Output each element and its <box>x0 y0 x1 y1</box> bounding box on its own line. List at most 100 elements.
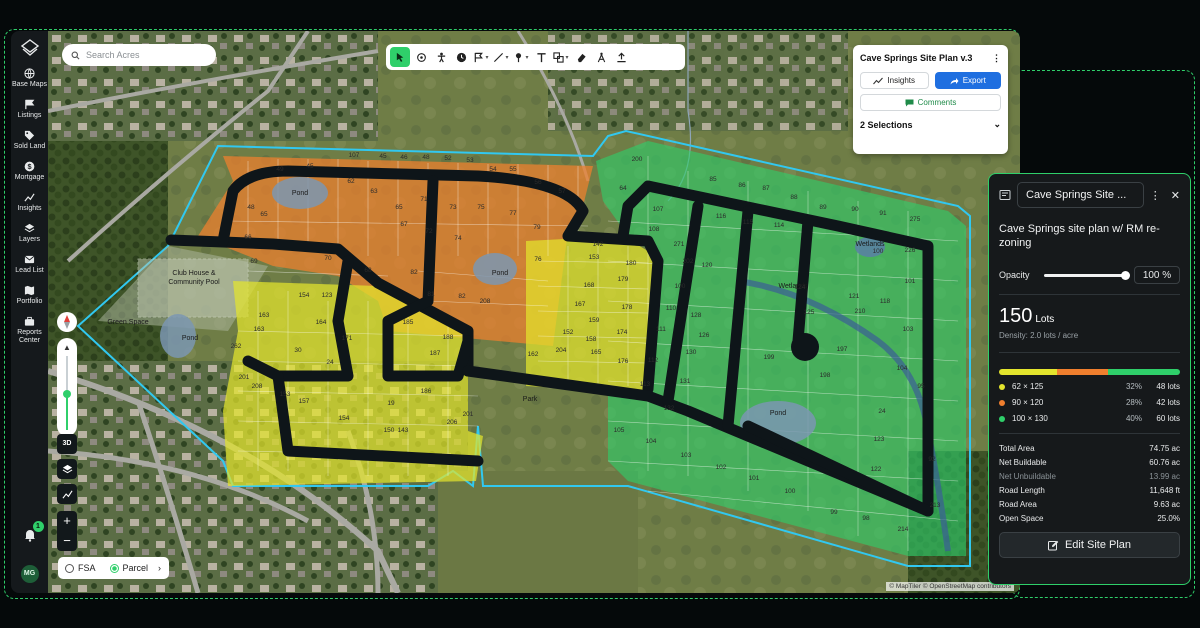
flag-icon <box>25 99 35 110</box>
select-tool[interactable] <box>390 47 410 67</box>
opacity-slider[interactable] <box>1043 270 1130 280</box>
export-label: Export <box>962 76 986 85</box>
svg-text:82: 82 <box>410 269 418 276</box>
opacity-value[interactable]: 100 % <box>1134 266 1180 284</box>
lot-count: 42 lots <box>1156 398 1180 407</box>
comments-button[interactable]: Comments <box>860 94 1001 111</box>
sidebar-item-mortgage[interactable]: $ Mortgage <box>11 161 48 182</box>
globe-icon <box>24 68 35 79</box>
compass-button[interactable] <box>57 312 77 332</box>
opacity-slider-handle[interactable] <box>1121 270 1130 280</box>
map-canvas[interactable]: Pond Pond Pond Pond Club House & Communi… <box>48 31 1020 593</box>
upload-tool[interactable] <box>612 47 630 67</box>
sidebar-item-reports-center[interactable]: Reports Center <box>11 316 48 345</box>
close-icon[interactable]: ✕ <box>1171 189 1180 202</box>
shapes-tool[interactable]: ▾ <box>552 47 570 67</box>
more-options-icon[interactable]: ⋮ <box>1150 189 1161 202</box>
svg-text:262: 262 <box>231 343 242 350</box>
toggle-3d-button[interactable]: 3D <box>57 434 77 454</box>
search-input[interactable] <box>86 50 206 60</box>
svg-text:71: 71 <box>420 196 428 203</box>
svg-text:158: 158 <box>586 336 597 343</box>
notifications-button[interactable]: 1 <box>23 521 44 542</box>
sidebar-item-lead-list[interactable]: Lead List <box>11 254 48 275</box>
stat-value: 9.63 ac <box>1153 500 1180 509</box>
sidebar-item-portfolio[interactable]: Portfolio <box>11 285 48 306</box>
svg-text:79: 79 <box>533 224 541 231</box>
sidebar-item-base-maps[interactable]: Base Maps <box>11 68 48 89</box>
svg-text:142: 142 <box>593 241 604 248</box>
stat-label: Open Space <box>999 514 1044 523</box>
clock-tool[interactable] <box>452 47 470 67</box>
svg-text:65: 65 <box>395 204 403 211</box>
sidebar-item-listings[interactable]: Listings <box>11 99 48 120</box>
svg-text:102: 102 <box>716 464 727 471</box>
search-bar[interactable] <box>62 44 216 66</box>
selections-dropdown[interactable]: 2 Selections ⌄ <box>860 119 1001 130</box>
comments-label: Comments <box>917 98 957 107</box>
lot-mix-row: 90 × 120 28% 42 lots <box>999 398 1180 407</box>
svg-text:107: 107 <box>653 206 664 213</box>
svg-text:45: 45 <box>306 163 314 170</box>
lot-color-dot <box>999 383 1005 390</box>
chevron-right-icon[interactable]: › <box>158 563 161 573</box>
chevron-down-icon: ⌄ <box>993 119 1001 129</box>
insights-icon <box>24 193 35 202</box>
sidebar-item-layers[interactable]: Layers <box>11 223 48 244</box>
avatar[interactable]: MG <box>20 565 39 583</box>
stat-label: Total Area <box>999 444 1035 453</box>
parcel-radio[interactable] <box>109 563 119 573</box>
line-tool[interactable]: ▾ <box>492 47 510 67</box>
lot-percent: 40% <box>1125 414 1142 423</box>
insights-label: Insights <box>887 76 916 85</box>
svg-text:46: 46 <box>400 154 408 161</box>
person-tool[interactable] <box>432 47 450 67</box>
measure-tool[interactable] <box>592 47 610 67</box>
eraser-tool[interactable] <box>572 47 590 67</box>
svg-text:30: 30 <box>294 347 302 354</box>
panel-title[interactable]: Cave Springs Site ... <box>1017 182 1144 208</box>
map-insights-button[interactable] <box>57 484 77 504</box>
svg-text:206: 206 <box>447 419 458 426</box>
tilt-fill <box>66 393 68 430</box>
label-pond-south: Pond <box>770 410 786 417</box>
edit-icon <box>1047 540 1059 550</box>
label-club-house: Club House & <box>172 270 216 277</box>
svg-text:100: 100 <box>873 248 884 255</box>
flag-tool[interactable]: ▾ <box>472 47 490 67</box>
fsa-radio[interactable] <box>65 563 74 573</box>
person-icon <box>437 52 445 62</box>
text-tool[interactable] <box>532 47 550 67</box>
svg-text:101: 101 <box>905 278 916 285</box>
svg-text:63: 63 <box>370 188 378 195</box>
edit-site-plan-button[interactable]: Edit Site Plan <box>999 532 1180 558</box>
map-layers-button[interactable] <box>57 459 77 479</box>
more-options-icon[interactable]: ⋮ <box>992 53 1001 64</box>
point-tool[interactable] <box>412 47 430 67</box>
svg-text:202: 202 <box>683 258 694 265</box>
pin-tool[interactable]: ▾ <box>512 47 530 67</box>
svg-text:88: 88 <box>790 194 798 201</box>
svg-text:86: 86 <box>738 182 746 189</box>
svg-text:226: 226 <box>905 247 916 254</box>
svg-text:48: 48 <box>422 154 430 161</box>
export-button[interactable]: Export <box>934 72 1001 89</box>
tag-icon <box>24 130 35 141</box>
svg-text:110: 110 <box>666 305 677 312</box>
tilt-slider[interactable]: ▲ <box>57 338 77 436</box>
compass-icon <box>64 315 70 329</box>
svg-text:210: 210 <box>855 308 866 315</box>
sidebar-item-insights[interactable]: Insights <box>11 192 48 213</box>
tilt-handle[interactable] <box>63 390 71 398</box>
zoom-in-button[interactable]: + <box>57 511 77 531</box>
layers-icon <box>62 464 72 473</box>
site-plan-details-panel: Cave Springs Site ... ⋮ ✕ Cave Springs s… <box>988 173 1191 585</box>
zoom-out-button[interactable]: − <box>57 531 77 551</box>
sidebar-item-sold-land[interactable]: Sold Land <box>11 130 48 151</box>
divider <box>999 433 1180 434</box>
label-pond-west: Pond <box>182 335 198 342</box>
stat-value: 74.75 ac <box>1149 444 1180 453</box>
insights-button[interactable]: Insights <box>860 72 929 89</box>
svg-text:174: 174 <box>617 329 628 336</box>
chevron-down-icon: ▾ <box>505 54 509 61</box>
